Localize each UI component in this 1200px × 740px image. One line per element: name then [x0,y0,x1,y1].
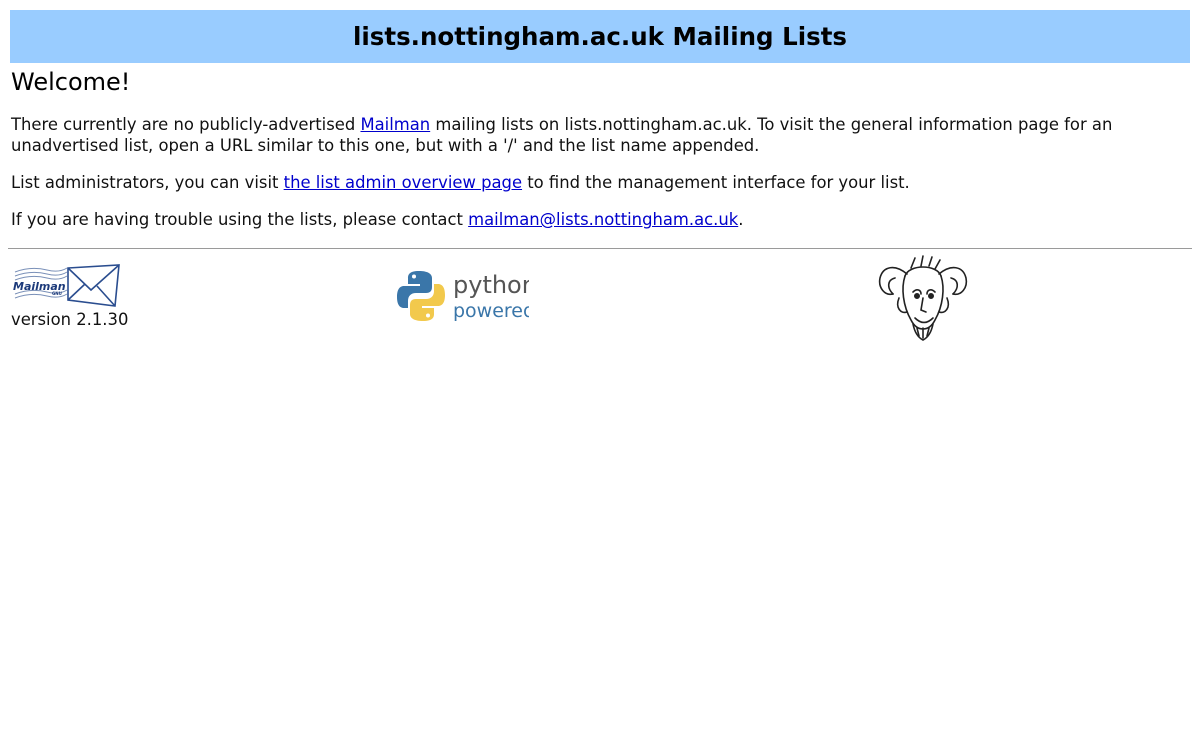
admin-overview-link[interactable]: the list admin overview page [284,173,522,192]
svg-text:powered: powered [453,300,529,322]
intro-paragraph: There currently are no publicly-advertis… [11,114,1186,156]
admin-text-before: List administrators, you can visit [11,173,284,192]
mailman-link[interactable]: Mailman [360,115,430,134]
contact-paragraph: If you are having trouble using the list… [11,209,1186,230]
page-title: lists.nottingham.ac.uk Mailing Lists [353,22,847,51]
mailman-version: version 2.1.30 [11,310,129,329]
contact-text-after: . [738,210,744,229]
page-header: lists.nottingham.ac.uk Mailing Lists [10,10,1190,63]
admin-text-after: to find the management interface for you… [522,173,910,192]
intro-text-before: There currently are no publicly-advertis… [11,115,361,134]
contact-text-before: If you are having trouble using the list… [11,210,469,229]
gnu-head-icon[interactable] [877,252,969,342]
admin-paragraph: List administrators, you can visit the l… [11,172,1186,193]
python-powered-icon[interactable]: python powered [397,268,537,324]
contact-email-link[interactable]: mailman@lists.nottingham.ac.uk [468,210,738,229]
mailman-logo-icon[interactable]: Mailman GNU [11,262,121,310]
svg-text:GNU: GNU [52,291,62,296]
svg-text:python: python [453,271,529,299]
welcome-heading: Welcome! [11,68,131,96]
footer-divider [8,248,1192,250]
